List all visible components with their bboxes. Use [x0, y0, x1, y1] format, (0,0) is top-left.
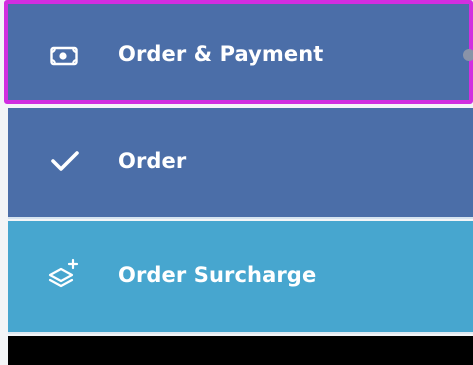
menu-item-order-surcharge[interactable]: Order Surcharge: [8, 221, 473, 334]
menu-item-order[interactable]: Order: [8, 108, 473, 219]
menu-footer-strip: [8, 336, 473, 365]
menu-item-label: Order: [118, 149, 187, 173]
money-bill-icon: [50, 46, 78, 66]
menu-item-label: Order Surcharge: [118, 263, 317, 287]
side-menu: Order & Payment Order Order Surcharge: [0, 0, 473, 365]
layers-plus-icon: [48, 258, 79, 288]
checkmark-icon: [51, 151, 79, 171]
collapse-indicator-icon[interactable]: [463, 49, 473, 61]
menu-group-order-payment[interactable]: Order & Payment: [4, 0, 473, 104]
menu-group-label: Order & Payment: [118, 42, 324, 66]
